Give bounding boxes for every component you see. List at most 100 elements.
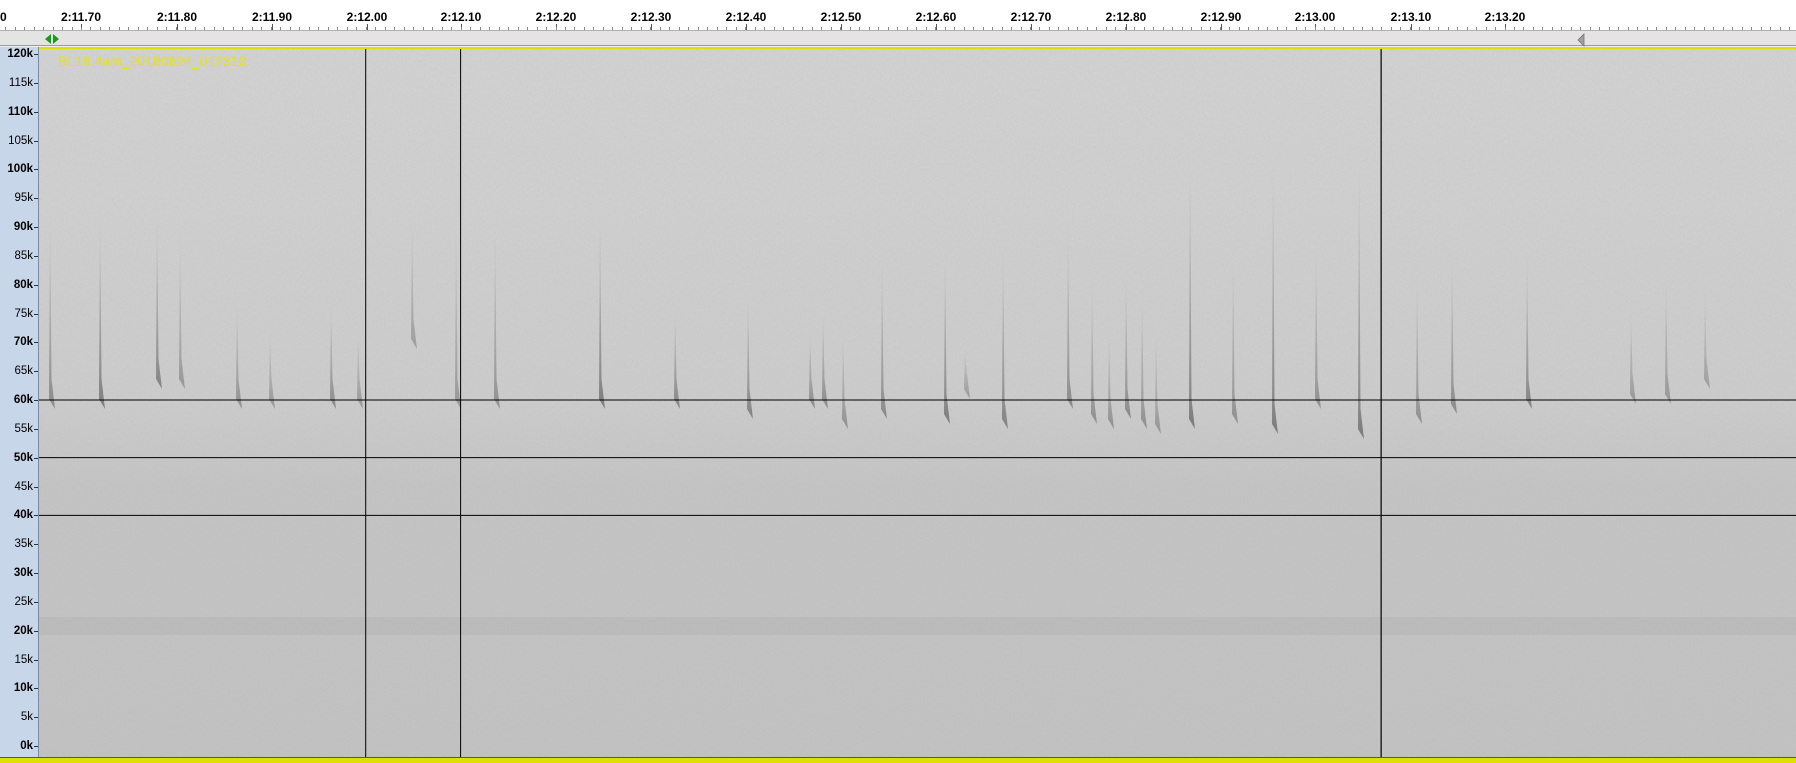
ruler-minor-tick [214, 27, 215, 30]
ruler-minor-tick [1258, 27, 1259, 30]
ruler-minor-tick [499, 27, 500, 30]
ruler-minor-tick [1134, 27, 1135, 30]
ruler-minor-tick [1305, 27, 1306, 30]
ruler-minor-tick [1087, 27, 1088, 30]
frequency-label: 85k [14, 249, 33, 262]
ruler-minor-tick [1239, 27, 1240, 30]
ruler-major-tick [177, 24, 178, 30]
time-label: 2:12.90 [1200, 10, 1242, 24]
time-label: 0 [0, 10, 7, 24]
ruler-minor-tick [1533, 27, 1534, 30]
ruler-minor-tick [1694, 27, 1695, 30]
ruler-minor-tick [1590, 27, 1591, 30]
frequency-label: 105k [8, 134, 33, 147]
ruler-minor-tick [717, 27, 718, 30]
ruler-minor-tick [1495, 27, 1496, 30]
ruler-minor-tick [24, 27, 25, 30]
ruler-minor-tick [1542, 27, 1543, 30]
ruler-minor-tick [926, 27, 927, 30]
frequency-label: 25k [14, 595, 33, 608]
frequency-tick [34, 371, 38, 373]
ruler-minor-tick [1637, 27, 1638, 30]
ruler-minor-tick [404, 27, 405, 30]
frequency-label: 30k [13, 567, 33, 579]
ruler-minor-tick [679, 27, 680, 30]
ruler-major-tick [1221, 24, 1222, 30]
track-name-label: BL18.4am_20180624_012310 [58, 53, 247, 69]
ruler-minor-tick [385, 27, 386, 30]
frequency-label: 0k [20, 740, 33, 752]
ruler-minor-tick [593, 27, 594, 30]
ruler-minor-tick [1780, 27, 1781, 30]
ruler-minor-tick [185, 27, 186, 30]
ruler-minor-tick [1068, 27, 1069, 30]
ruler-minor-tick [290, 27, 291, 30]
ruler-minor-tick [1030, 27, 1031, 30]
ruler-minor-tick [916, 27, 917, 30]
timeline-scrub-bar[interactable] [0, 31, 1796, 47]
frequency-tick [34, 746, 38, 747]
ruler-minor-tick [1172, 27, 1173, 30]
audio-track[interactable]: 120k 115k 110k 105k 100k 95k 90k 85k 80k 75k 70k 65… [0, 47, 1796, 763]
ruler-minor-tick [204, 27, 205, 30]
timeline-ruler[interactable]: 0 2:11.70 2:11.80 2:11.90 2:12.00 2:12.10 2:12… [0, 0, 1796, 31]
frequency-label: 95k [14, 192, 33, 205]
frequency-tick [34, 111, 38, 113]
ruler-minor-tick [1628, 27, 1629, 30]
frequency-tick [34, 255, 38, 257]
ruler-minor-tick [726, 27, 727, 30]
frequency-axis[interactable]: 120k 115k 110k 105k 100k 95k 90k 85k 80k 75k 70k 65… [0, 47, 39, 757]
frequency-tick [34, 284, 38, 286]
ruler-major-tick [936, 24, 937, 30]
time-label: 2:11.70 [60, 10, 102, 24]
frequency-tick [34, 486, 38, 488]
ruler-minor-tick [43, 27, 44, 30]
ruler-minor-tick [423, 27, 424, 30]
frequency-tick [34, 515, 38, 517]
ruler-minor-tick [451, 27, 452, 30]
ruler-minor-tick [897, 27, 898, 30]
ruler-minor-tick [764, 27, 765, 30]
ruler-minor-tick [565, 27, 566, 30]
end-marker-icon[interactable] [1576, 33, 1586, 47]
ruler-major-tick [841, 24, 842, 30]
frequency-label: 55k [14, 422, 33, 435]
ruler-minor-tick [1732, 27, 1733, 30]
ruler-minor-tick [992, 27, 993, 30]
ruler-minor-tick [223, 27, 224, 30]
spectrogram-view[interactable]: BL18.4am_20180624_012310 [39, 47, 1796, 757]
frequency-tick [34, 573, 38, 574]
ruler-minor-tick [755, 27, 756, 30]
play-head-marker-icon[interactable] [43, 33, 61, 45]
time-label: 2:13.10 [1390, 10, 1432, 24]
ruler-minor-tick [1096, 27, 1097, 30]
time-label: 2:12.70 [1010, 10, 1052, 24]
frequency-tick [34, 457, 38, 459]
ruler-minor-tick [261, 27, 262, 30]
time-label: 2:12.40 [725, 10, 767, 24]
ruler-minor-tick [783, 27, 784, 30]
ruler-minor-tick [90, 27, 91, 30]
ruler-minor-tick [1400, 27, 1401, 30]
ruler-minor-tick [508, 27, 509, 30]
ruler-minor-tick [1372, 27, 1373, 30]
ruler-minor-tick [147, 27, 148, 30]
ruler-major-tick [1126, 24, 1127, 30]
frequency-tick [34, 400, 38, 401]
ruler-minor-tick [299, 27, 300, 30]
ruler-minor-tick [1201, 27, 1202, 30]
time-label: 2:13.00 [1294, 10, 1336, 24]
frequency-label: 15k [14, 653, 33, 666]
ruler-minor-tick [442, 27, 443, 30]
ruler-minor-tick [1723, 27, 1724, 30]
ruler-minor-tick [1277, 27, 1278, 30]
ruler-minor-tick [1561, 27, 1562, 30]
ruler-minor-tick [812, 27, 813, 30]
ruler-minor-tick [1685, 27, 1686, 30]
frequency-label: 90k [13, 221, 33, 233]
ruler-minor-tick [347, 27, 348, 30]
ruler-minor-tick [72, 27, 73, 30]
frequency-label: 20k [13, 624, 33, 637]
ruler-minor-tick [622, 27, 623, 30]
ruler-minor-tick [973, 27, 974, 30]
